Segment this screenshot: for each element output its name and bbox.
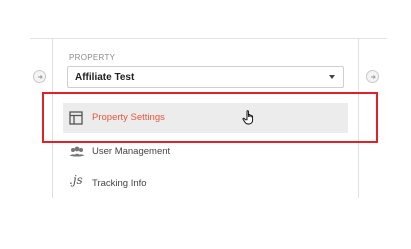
property-settings-icon: [69, 111, 83, 125]
menu-item-user-management[interactable]: User Management: [63, 137, 348, 167]
menu-item-property-settings[interactable]: Property Settings: [63, 103, 348, 133]
menu-item-label: Tracking Info: [92, 178, 147, 189]
hand-pointer-cursor-icon: [242, 110, 254, 125]
property-section-label: PROPERTY: [69, 53, 116, 62]
menu-item-tracking-info[interactable]: .js Tracking Info: [63, 169, 348, 199]
users-icon: [69, 146, 85, 157]
collapse-left-arrow-icon[interactable]: [33, 70, 46, 83]
top-divider: [30, 38, 387, 39]
admin-panel: PROPERTY Affiliate Test Property Setting…: [0, 0, 411, 249]
caret-down-icon: [329, 75, 335, 79]
menu-item-label: User Management: [92, 146, 171, 157]
js-icon: .js: [69, 173, 83, 187]
collapse-right-arrow-icon[interactable]: [366, 70, 379, 83]
property-selected-value: Affiliate Test: [75, 72, 135, 83]
property-selector-dropdown[interactable]: Affiliate Test: [67, 66, 344, 88]
menu-item-label: Property Settings: [92, 112, 165, 123]
